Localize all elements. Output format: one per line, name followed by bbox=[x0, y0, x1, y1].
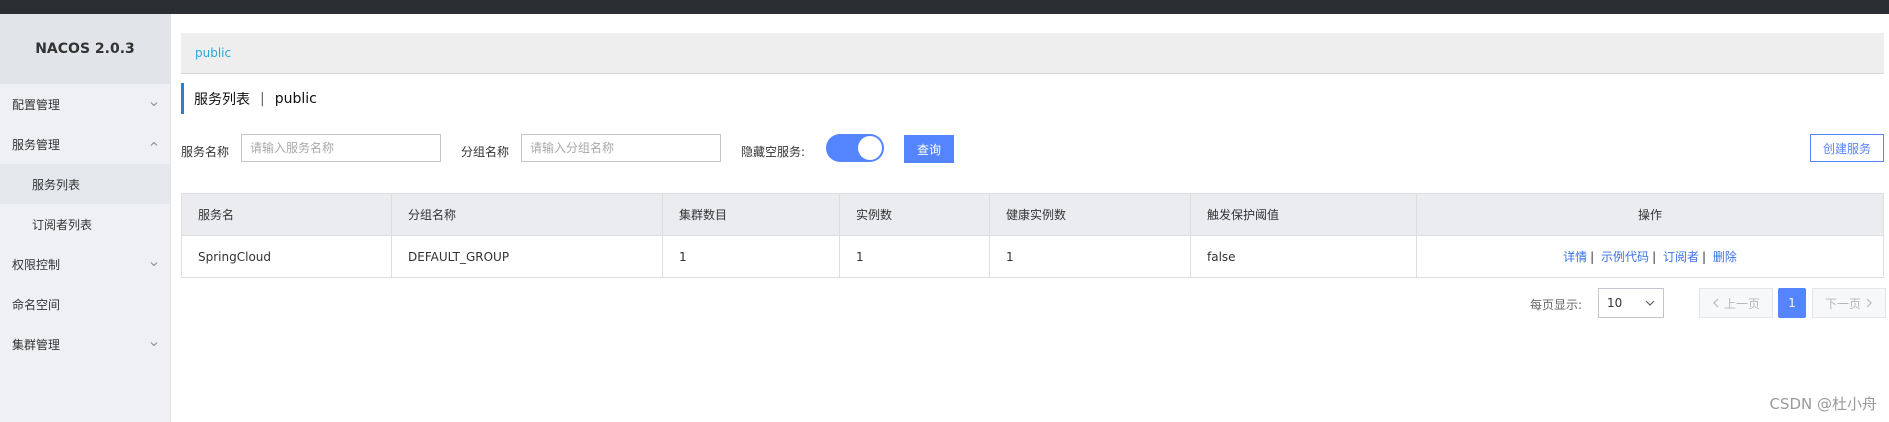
pagination: 每页显示: 10 上一页 1 下一页 bbox=[172, 288, 1889, 318]
cell-group-name: DEFAULT_GROUP bbox=[391, 235, 663, 278]
chevron-down-icon bbox=[150, 102, 158, 107]
app-title: NACOS 2.0.3 bbox=[0, 14, 170, 84]
prev-page-label: 上一页 bbox=[1723, 296, 1760, 311]
sidebar-menu: 配置管理 服务管理 服务列表 订阅者列表 权限控制 命名空间 集群管理 bbox=[0, 84, 170, 364]
col-healthy-count: 健康实例数 bbox=[989, 193, 1191, 236]
sidebar-item-label: 配置管理 bbox=[12, 97, 61, 112]
group-name-label: 分组名称 bbox=[461, 145, 510, 159]
cell-service-name: SpringCloud bbox=[181, 235, 392, 278]
chevron-down-icon bbox=[1645, 300, 1655, 306]
next-page-button[interactable]: 下一页 bbox=[1812, 288, 1886, 318]
col-group-name: 分组名称 bbox=[391, 193, 663, 236]
page-size-label: 每页显示: bbox=[1530, 298, 1583, 312]
subscriber-link[interactable]: 订阅者 bbox=[1663, 250, 1699, 264]
cell-instance-count: 1 bbox=[839, 235, 990, 278]
toggle-knob bbox=[858, 136, 882, 160]
page-size-value: 10 bbox=[1607, 296, 1623, 310]
sidebar-item-cluster[interactable]: 集群管理 bbox=[0, 324, 170, 364]
breadcrumb-namespace[interactable]: public bbox=[195, 46, 231, 60]
delete-link[interactable]: 删除 bbox=[1713, 250, 1737, 264]
title-separator: | bbox=[260, 90, 265, 107]
col-operations: 操作 bbox=[1416, 193, 1884, 236]
page-title: 服务列表 | public bbox=[181, 83, 317, 114]
sidebar-item-label: 服务管理 bbox=[12, 137, 61, 152]
table-header-row: 服务名 分组名称 集群数目 实例数 健康实例数 触发保护阈值 操作 bbox=[181, 193, 1884, 236]
sidebar-item-label: 集群管理 bbox=[12, 337, 61, 352]
sidebar-item-label: 订阅者列表 bbox=[32, 217, 93, 232]
chevron-left-icon bbox=[1713, 298, 1719, 308]
sidebar-item-label: 服务列表 bbox=[32, 177, 81, 192]
group-name-input[interactable] bbox=[521, 134, 721, 162]
sidebar: NACOS 2.0.3 配置管理 服务管理 服务列表 订阅者列表 权限控制 命名… bbox=[0, 14, 171, 422]
main-content: public 服务列表 | public 服务名称 分组名称 隐藏空服务: 查询… bbox=[172, 14, 1889, 422]
sidebar-item-auth[interactable]: 权限控制 bbox=[0, 244, 170, 284]
cell-healthy-count: 1 bbox=[989, 235, 1191, 278]
sidebar-item-namespace[interactable]: 命名空间 bbox=[0, 284, 170, 324]
table-row: SpringCloud DEFAULT_GROUP 1 1 1 false 详情… bbox=[181, 235, 1884, 278]
page-size-select[interactable]: 10 bbox=[1598, 288, 1664, 318]
query-button[interactable]: 查询 bbox=[904, 135, 954, 163]
chevron-down-icon bbox=[150, 342, 158, 347]
chevron-up-icon bbox=[150, 141, 158, 146]
sidebar-item-config[interactable]: 配置管理 bbox=[0, 84, 170, 124]
next-page-label: 下一页 bbox=[1824, 296, 1861, 311]
top-bar bbox=[0, 0, 1889, 14]
service-table: 服务名 分组名称 集群数目 实例数 健康实例数 触发保护阈值 操作 Spring… bbox=[181, 193, 1884, 278]
sidebar-item-label: 命名空间 bbox=[12, 297, 61, 312]
service-name-label: 服务名称 bbox=[181, 145, 230, 159]
hide-empty-toggle[interactable] bbox=[826, 134, 884, 162]
chevron-right-icon bbox=[1866, 298, 1872, 308]
breadcrumb: public bbox=[181, 33, 1884, 74]
hide-empty-label: 隐藏空服务: bbox=[741, 145, 806, 159]
page-title-namespace: public bbox=[274, 90, 317, 107]
watermark: CSDN @杜小舟 bbox=[1769, 395, 1877, 413]
col-protect-threshold: 触发保护阈值 bbox=[1190, 193, 1417, 236]
sidebar-item-label: 权限控制 bbox=[12, 257, 61, 272]
sidebar-item-service-manage[interactable]: 服务管理 bbox=[0, 124, 170, 164]
create-service-button[interactable]: 创建服务 bbox=[1810, 134, 1884, 162]
service-name-input[interactable] bbox=[241, 134, 441, 162]
filter-bar: 服务名称 分组名称 隐藏空服务: 查询 创建服务 bbox=[181, 134, 1884, 168]
sample-code-link[interactable]: 示例代码 bbox=[1601, 250, 1649, 264]
detail-link[interactable]: 详情 bbox=[1563, 250, 1587, 264]
col-service-name: 服务名 bbox=[181, 193, 392, 236]
sidebar-item-service-list[interactable]: 服务列表 bbox=[0, 164, 170, 204]
cell-operations: 详情 | 示例代码 | 订阅者 | 删除 bbox=[1416, 235, 1884, 278]
sidebar-item-subscriber-list[interactable]: 订阅者列表 bbox=[0, 204, 170, 244]
cell-cluster-count: 1 bbox=[662, 235, 840, 278]
chevron-down-icon bbox=[150, 262, 158, 267]
col-instance-count: 实例数 bbox=[839, 193, 990, 236]
cell-protect-threshold: false bbox=[1190, 235, 1417, 278]
page-number-current[interactable]: 1 bbox=[1778, 288, 1806, 318]
prev-page-button[interactable]: 上一页 bbox=[1699, 288, 1773, 318]
page-title-text: 服务列表 bbox=[194, 91, 250, 108]
col-cluster-count: 集群数目 bbox=[662, 193, 840, 236]
